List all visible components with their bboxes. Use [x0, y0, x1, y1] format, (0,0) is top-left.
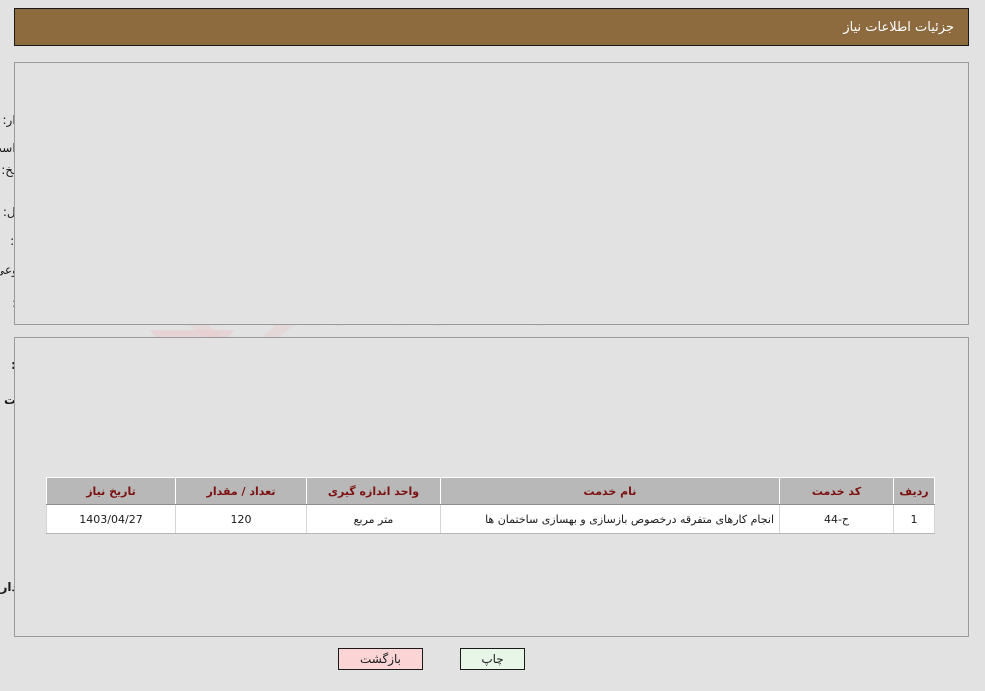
cell-row-no: 1: [893, 504, 935, 534]
table-row: 1 ح-44 انجام کارهای متفرقه درخصوص بازساز…: [46, 504, 935, 534]
cell-service-name: انجام کارهای متفرقه درخصوص بازسازی و بهس…: [440, 504, 780, 534]
col-unit: واحد اندازه گیری: [306, 477, 441, 505]
services-table: ردیف کد خدمت نام خدمت واحد اندازه گیری ت…: [46, 477, 935, 534]
col-service-code: کد خدمت: [779, 477, 894, 505]
col-row-no: ردیف: [893, 477, 935, 505]
col-quantity: تعداد / مقدار: [175, 477, 307, 505]
page-title: جزئیات اطلاعات نیاز: [843, 19, 954, 35]
cell-service-code: ح-44: [779, 504, 894, 534]
back-button[interactable]: بازگشت: [338, 648, 423, 670]
need-summary-panel: [14, 62, 969, 325]
col-service-name: نام خدمت: [440, 477, 780, 505]
cell-need-date: 1403/04/27: [46, 504, 176, 534]
print-button[interactable]: چاپ: [460, 648, 525, 670]
cell-quantity: 120: [175, 504, 307, 534]
table-header-row: ردیف کد خدمت نام خدمت واحد اندازه گیری ت…: [46, 477, 935, 505]
col-need-date: تاریخ نیاز: [46, 477, 176, 505]
page-title-bar: جزئیات اطلاعات نیاز: [14, 8, 969, 46]
cell-unit: متر مربع: [306, 504, 441, 534]
